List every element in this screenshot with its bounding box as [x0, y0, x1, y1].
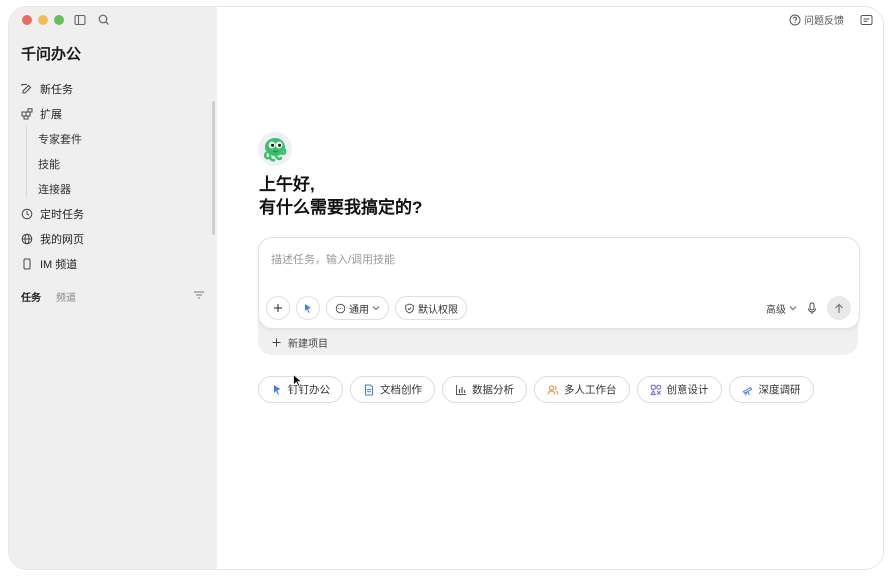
new-project-button[interactable]: 新建项目 — [272, 335, 328, 350]
composer-tools: 通用 默认权限 — [266, 296, 467, 320]
mode-select[interactable]: 通用 — [326, 296, 389, 320]
dingtalk-toggle-button[interactable] — [296, 296, 320, 320]
sidebar-item-im-channels[interactable]: IM 频道 — [20, 251, 212, 276]
sidebar-item-connectors[interactable]: 连接器 — [20, 176, 212, 201]
sidebar-item-label: 定时任务 — [40, 208, 84, 221]
people-icon — [547, 385, 559, 395]
sidebar-nav: 新任务 扩展 专家套件 技能 连接器 定时任务 我的网页 IM 频道 — [20, 76, 212, 276]
sidebar-item-extensions[interactable]: 扩展 — [20, 101, 212, 126]
telescope-icon — [742, 386, 752, 396]
greeting-line-1: 上午好, — [259, 175, 315, 194]
chip-research[interactable]: 深度调研 — [728, 376, 814, 403]
sidebar-item-skills[interactable]: 技能 — [20, 151, 212, 176]
sidebar-item-label: IM 频道 — [40, 258, 78, 271]
greeting: 上午好, 有什么需要我搞定的? — [259, 173, 422, 219]
sidebar-item-label: 新任务 — [40, 83, 73, 96]
sidebar-item-scheduled-tasks[interactable]: 定时任务 — [20, 201, 212, 226]
sidebar-item-label: 我的网页 — [40, 233, 84, 246]
permission-label: 默认权限 — [418, 304, 458, 316]
chip-document[interactable]: 文档创作 — [350, 376, 435, 403]
tab-channels[interactable]: 频道 — [56, 289, 76, 304]
sidebar-scrollbar[interactable] — [212, 101, 215, 235]
chevron-down-icon — [372, 306, 380, 311]
bar-chart-icon — [456, 384, 466, 395]
chevron-down-icon — [789, 306, 797, 311]
plus-icon — [274, 304, 282, 312]
maximize-window-button[interactable] — [54, 15, 64, 25]
feedback-label: 问题反馈 — [804, 16, 844, 27]
search-icon[interactable] — [97, 13, 111, 27]
sidebar-item-label: 技能 — [38, 158, 60, 171]
tab-tasks[interactable]: 任务 — [21, 289, 41, 304]
sidebar-item-label: 扩展 — [40, 108, 62, 121]
greeting-line-2: 有什么需要我搞定的? — [259, 198, 423, 217]
mouse-cursor-icon — [293, 374, 302, 387]
dingtalk-icon — [305, 303, 311, 313]
sidebar-toggle-icon[interactable] — [73, 13, 87, 27]
microphone-icon[interactable] — [807, 302, 817, 315]
chip-design[interactable]: 创意设计 — [636, 376, 722, 403]
send-button[interactable] — [827, 296, 851, 320]
window-controls — [22, 15, 64, 25]
edit-icon — [20, 82, 34, 96]
composer-placeholder[interactable]: 描述任务，输入/调用技能 — [271, 251, 395, 267]
quick-action-chips: 钉钉办公 文档创作 数据分析 多人工作台 创意设计 深度调研 — [258, 376, 814, 403]
composer-right-tools: 高级 — [766, 296, 851, 320]
app-title: 千问办公 — [21, 46, 82, 63]
minimize-window-button[interactable] — [38, 15, 48, 25]
chip-data-analysis[interactable]: 数据分析 — [442, 376, 527, 403]
mascot-avatar — [258, 132, 292, 166]
globe-icon — [20, 232, 34, 246]
mode-label: 通用 — [349, 304, 369, 316]
level-select[interactable]: 高级 — [766, 301, 797, 316]
arrow-up-icon — [835, 303, 843, 313]
chat-bubble-icon — [335, 303, 346, 313]
new-project-label: 新建项目 — [288, 339, 328, 350]
close-window-button[interactable] — [22, 15, 32, 25]
filter-icon[interactable] — [193, 290, 205, 303]
sidebar-item-expert-kit[interactable]: 专家套件 — [20, 126, 212, 151]
topbar-actions: 问题反馈 — [789, 12, 873, 27]
chip-label: 多人工作台 — [564, 384, 617, 396]
chip-label: 数据分析 — [472, 384, 514, 396]
clock-icon — [20, 207, 34, 221]
app-window: 千问办公 新任务 扩展 专家套件 技能 连接器 定时任务 我的网页 IM 频道 … — [9, 7, 883, 569]
add-attachment-button[interactable] — [266, 296, 290, 320]
permission-select[interactable]: 默认权限 — [395, 296, 467, 320]
design-icon — [649, 384, 661, 395]
level-label: 高级 — [766, 304, 786, 316]
chip-label: 创意设计 — [666, 384, 709, 396]
document-icon — [365, 384, 373, 395]
chip-workspace[interactable]: 多人工作台 — [534, 376, 630, 403]
extensions-subgroup: 专家套件 技能 连接器 — [20, 126, 212, 201]
sidebar-tabs: 任务 频道 — [21, 289, 205, 304]
sidebar-item-label: 专家套件 — [38, 133, 82, 146]
shield-icon — [405, 303, 414, 313]
dingtalk-icon — [274, 384, 281, 395]
message-icon[interactable] — [860, 14, 873, 26]
extensions-icon — [20, 107, 34, 121]
sidebar-item-new-task[interactable]: 新任务 — [20, 76, 212, 101]
sidebar-item-my-pages[interactable]: 我的网页 — [20, 226, 212, 251]
phone-icon — [20, 257, 34, 271]
chip-label: 文档创作 — [380, 384, 422, 396]
chip-label: 深度调研 — [758, 384, 801, 396]
sidebar: 千问办公 新任务 扩展 专家套件 技能 连接器 定时任务 我的网页 IM 频道 … — [9, 7, 217, 569]
help-icon — [789, 14, 801, 25]
plus-icon — [272, 338, 281, 347]
composer[interactable]: 描述任务，输入/调用技能 通用 默认权限 高级 — [258, 237, 860, 329]
feedback-button[interactable]: 问题反馈 — [789, 12, 844, 27]
sidebar-item-label: 连接器 — [38, 183, 71, 196]
